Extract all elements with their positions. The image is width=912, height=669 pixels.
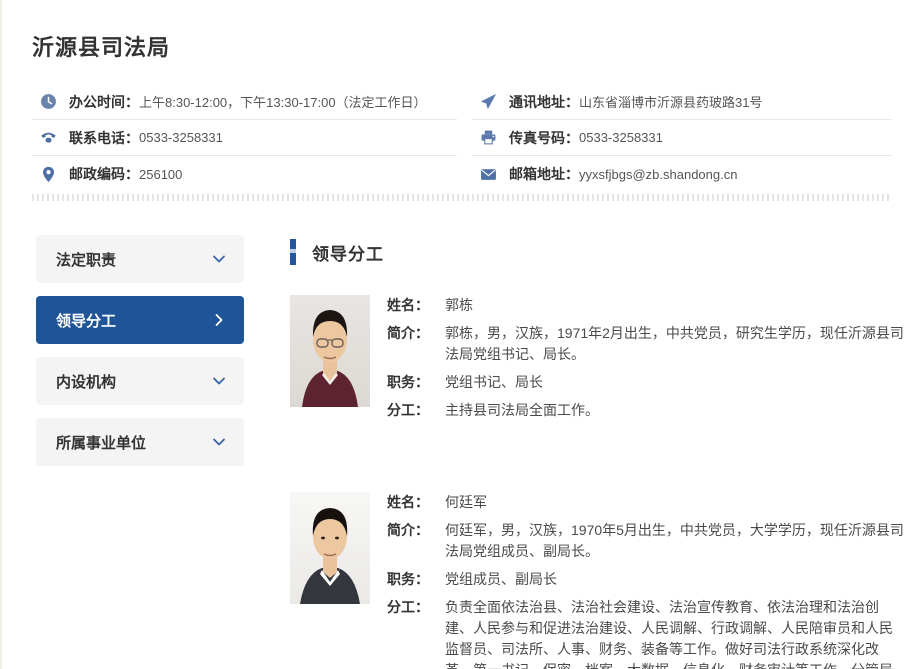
- field-label: 分工：: [387, 400, 445, 421]
- leader-fields: 姓名： 何廷军 简介： 何廷军，男，汉族，1970年5月出生，中共党员，大学学历…: [387, 492, 905, 669]
- chevron-down-icon: [212, 374, 226, 388]
- contact-label: 联系电话：: [69, 128, 139, 148]
- phone-icon: [40, 129, 57, 146]
- mail-icon: [480, 166, 497, 183]
- contact-row-office-hours: 办公时间： 上午8:30-12:00，下午13:30-17:00（法定工作日）: [32, 84, 457, 120]
- section-marker-bar: [290, 239, 296, 265]
- field-label: 简介：: [387, 323, 445, 365]
- contact-label: 邮箱地址：: [509, 164, 579, 184]
- field-value: 党组成员、副局长: [445, 569, 905, 590]
- contact-value: 0533-3258331: [139, 130, 223, 145]
- chevron-down-icon: [212, 252, 226, 266]
- field-intro: 简介： 郭栋，男，汉族，1971年2月出生，中共党员，研究生学历，现任沂源县司法…: [387, 323, 905, 365]
- field-value: 郭栋，男，汉族，1971年2月出生，中共党员，研究生学历，现任沂源县司法局党组书…: [445, 323, 905, 365]
- contact-row-address: 通讯地址： 山东省淄博市沂源县药玻路31号: [472, 84, 892, 120]
- contact-label: 邮政编码：: [69, 164, 139, 184]
- field-name: 姓名： 何廷军: [387, 492, 905, 513]
- leader-photo: [290, 295, 370, 407]
- sidebar-item-leadership[interactable]: 领导分工: [36, 296, 244, 344]
- main-content: 领导分工: [290, 235, 905, 669]
- field-value: 主持县司法局全面工作。: [445, 400, 905, 421]
- section-title: 领导分工: [312, 240, 384, 265]
- field-value: 何廷军，男，汉族，1970年5月出生，中共党员，大学学历，现任沂源县司法局党组成…: [445, 520, 905, 562]
- section-header: 领导分工: [290, 239, 905, 265]
- page-title: 沂源县司法局: [32, 30, 905, 62]
- field-value: 负责全面依法治县、法治社会建设、法治宣传教育、依法治理和法治创建、人民参与和促进…: [445, 597, 905, 669]
- field-position: 职务： 党组书记、局长: [387, 372, 905, 393]
- leader-fields: 姓名： 郭栋 简介： 郭栋，男，汉族，1971年2月出生，中共党员，研究生学历，…: [387, 295, 905, 428]
- dashed-divider: [32, 194, 892, 201]
- fax-icon: [480, 129, 497, 146]
- field-division: 分工： 主持县司法局全面工作。: [387, 400, 905, 421]
- field-value: 党组书记、局长: [445, 372, 905, 393]
- contact-value: 256100: [139, 167, 182, 182]
- field-value: 郭栋: [445, 295, 905, 316]
- sidebar-item-internal-orgs[interactable]: 内设机构: [36, 357, 244, 405]
- contact-row-email: 邮箱地址： yyxsfjbgs@zb.shandong.cn: [472, 156, 892, 192]
- contact-label: 办公时间：: [69, 92, 139, 112]
- send-icon: [480, 93, 497, 110]
- field-label: 姓名：: [387, 295, 445, 316]
- chevron-right-icon: [212, 313, 226, 327]
- sidebar-item-label: 法定职责: [56, 249, 116, 270]
- leader-profile: 姓名： 郭栋 简介： 郭栋，男，汉族，1971年2月出生，中共党员，研究生学历，…: [290, 295, 905, 428]
- chevron-down-icon: [212, 435, 226, 449]
- sidebar-item-label: 所属事业单位: [56, 432, 146, 453]
- contact-value: 山东省淄博市沂源县药玻路31号: [579, 92, 762, 111]
- clock-icon: [40, 93, 57, 110]
- contact-value: 上午8:30-12:00，下午13:30-17:00（法定工作日）: [139, 92, 427, 111]
- field-label: 职务：: [387, 372, 445, 393]
- field-label: 姓名：: [387, 492, 445, 513]
- contact-info-grid: 办公时间： 上午8:30-12:00，下午13:30-17:00（法定工作日） …: [32, 84, 892, 192]
- field-intro: 简介： 何廷军，男，汉族，1970年5月出生，中共党员，大学学历，现任沂源县司法…: [387, 520, 905, 562]
- content-layout: 法定职责 领导分工 内设机构 所属事业单位: [32, 235, 905, 669]
- contact-value: 0533-3258331: [579, 130, 663, 145]
- contact-row-fax: 传真号码： 0533-3258331: [472, 120, 892, 156]
- sidebar-item-label: 内设机构: [56, 371, 116, 392]
- sidebar-item-label: 领导分工: [56, 310, 116, 331]
- sidebar-item-legal-duties[interactable]: 法定职责: [36, 235, 244, 283]
- field-label: 职务：: [387, 569, 445, 590]
- contact-row-postcode: 邮政编码： 256100: [32, 156, 457, 192]
- contact-value: yyxsfjbgs@zb.shandong.cn: [579, 167, 737, 182]
- leader-photo: [290, 492, 370, 604]
- field-name: 姓名： 郭栋: [387, 295, 905, 316]
- leader-profile: 姓名： 何廷军 简介： 何廷军，男，汉族，1970年5月出生，中共党员，大学学历…: [290, 492, 905, 669]
- contact-row-phone: 联系电话： 0533-3258331: [32, 120, 457, 156]
- contact-label: 通讯地址：: [509, 92, 579, 112]
- pin-icon: [40, 166, 57, 183]
- sidebar-nav: 法定职责 领导分工 内设机构 所属事业单位: [36, 235, 244, 669]
- page: 沂源县司法局 办公时间： 上午8:30-12:00，下午13:30-17:00（…: [2, 0, 912, 669]
- field-division: 分工： 负责全面依法治县、法治社会建设、法治宣传教育、依法治理和法治创建、人民参…: [387, 597, 905, 669]
- sidebar-item-affiliated-units[interactable]: 所属事业单位: [36, 418, 244, 466]
- field-position: 职务： 党组成员、副局长: [387, 569, 905, 590]
- field-label: 简介：: [387, 520, 445, 562]
- contact-label: 传真号码：: [509, 128, 579, 148]
- field-label: 分工：: [387, 597, 445, 669]
- field-value: 何廷军: [445, 492, 905, 513]
